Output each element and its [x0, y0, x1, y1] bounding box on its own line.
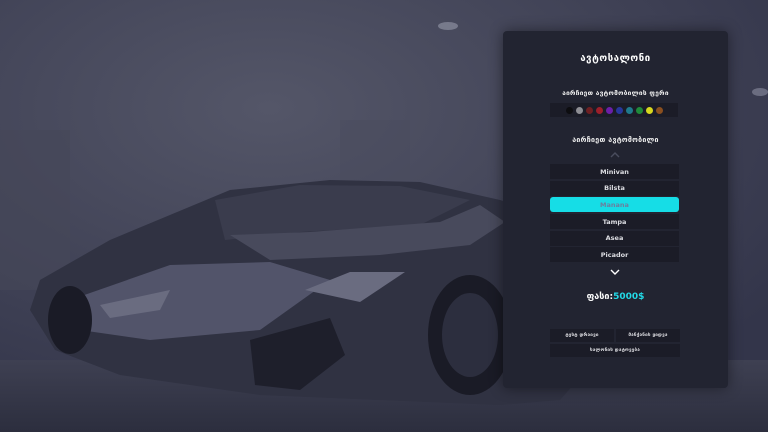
color-swatch-silver[interactable] — [575, 106, 583, 114]
color-swatch-blue[interactable] — [615, 106, 623, 114]
price-value: 5000$ — [613, 292, 645, 302]
test-drive-button[interactable]: ტესტ დრაივი — [550, 329, 614, 342]
price-label: ფასი: — [586, 292, 614, 302]
color-swatch-dark-red[interactable] — [585, 106, 593, 114]
color-section-label: აირჩიეთ ავტომობილის ფერი — [562, 89, 669, 97]
model-item-manana[interactable]: Manana — [550, 197, 679, 213]
model-item-asea[interactable]: Asea — [550, 230, 679, 246]
color-swatch-black[interactable] — [565, 106, 573, 114]
exit-showroom-button[interactable]: სალონის დატოვება — [550, 344, 680, 357]
color-swatch-teal[interactable] — [625, 106, 633, 114]
model-section-label: აირჩიეთ ავტომობილი — [572, 136, 659, 144]
dealership-panel: ავტოსალონი აირჩიეთ ავტომობილის ფერი აირჩ… — [503, 31, 728, 388]
color-swatch-orange-brown[interactable] — [655, 106, 663, 114]
color-swatch-yellow[interactable] — [645, 106, 653, 114]
color-swatch-red[interactable] — [595, 106, 603, 114]
chevron-up-icon — [610, 152, 620, 158]
scroll-down-button[interactable] — [607, 267, 623, 277]
scroll-up-button[interactable] — [607, 150, 623, 160]
model-list: Minivan Bilsta Manana Tampa Asea Picador — [550, 164, 679, 264]
panel-title: ავტოსალონი — [580, 53, 651, 64]
model-item-tampa[interactable]: Tampa — [550, 214, 679, 230]
chevron-down-icon — [610, 269, 620, 275]
price-display: ფასი:5000$ — [503, 292, 728, 302]
action-buttons: ტესტ დრაივი მანქანის ყიდვა სალონის დატოვ… — [550, 329, 680, 359]
color-swatch-purple[interactable] — [605, 106, 613, 114]
model-item-picador[interactable]: Picador — [550, 247, 679, 263]
model-item-bilsta[interactable]: Bilsta — [550, 180, 679, 196]
buy-car-button[interactable]: მანქანის ყიდვა — [616, 329, 680, 342]
color-swatch-green[interactable] — [635, 106, 643, 114]
color-picker — [550, 103, 678, 117]
model-item-minivan[interactable]: Minivan — [550, 164, 679, 179]
